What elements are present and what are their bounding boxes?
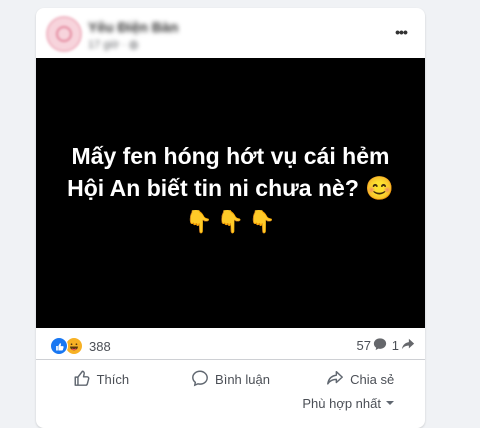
comment-label: Bình luận <box>215 371 270 387</box>
pointing-down-emoji: 👇 <box>185 209 213 234</box>
avatar-logo <box>56 26 72 42</box>
like-reaction-icon <box>50 337 68 355</box>
comment-button[interactable]: Bình luận <box>166 360 296 398</box>
post-image[interactable]: Mấy fen hóng hớt vụ cái hẻm Hội An biết … <box>36 58 425 328</box>
caret-down-icon <box>385 396 395 411</box>
reaction-count: 388 <box>89 338 111 354</box>
share-arrow-icon <box>401 337 415 354</box>
action-bar: Thích Bình luận Chia sẻ <box>36 360 425 398</box>
comment-bubble-icon <box>373 337 387 354</box>
like-label: Thích <box>96 371 130 387</box>
post-text-line-2: Hội An biết tin ni chưa nè? 😊 <box>67 175 394 201</box>
comment-icon <box>191 369 209 390</box>
more-icon: ••• <box>395 24 408 40</box>
thumbs-up-icon <box>73 369 91 390</box>
emoji-row: 👇 👇 👇 <box>185 210 275 234</box>
post-timestamp[interactable]: 17 giờ · ◍ <box>88 38 138 51</box>
globe-icon: ◍ <box>128 39 139 51</box>
post-text-line-1: Mấy fen hóng hớt vụ cái hẻm <box>71 143 390 169</box>
reactions-summary[interactable]: 388 <box>50 337 111 355</box>
comment-count-link[interactable]: 57 <box>357 337 387 354</box>
more-options-button[interactable]: ••• <box>389 22 413 42</box>
page-avatar[interactable] <box>46 16 82 52</box>
post-stats: 388 57 1 <box>36 328 425 360</box>
pointing-down-emoji: 👇 <box>216 209 245 234</box>
share-count-link[interactable]: 1 <box>392 337 415 354</box>
page-name[interactable]: Yêu Điện Bàn <box>88 19 178 35</box>
share-label: Chia sẻ <box>350 371 395 387</box>
share-button[interactable]: Chia sẻ <box>295 360 425 398</box>
like-button[interactable]: Thích <box>36 360 166 398</box>
post-image-text: Mấy fen hóng hớt vụ cái hẻm Hội An biết … <box>47 140 414 204</box>
pointing-down-emoji: 👇 <box>248 209 276 234</box>
post-card: Yêu Điện Bàn 17 giờ · ◍ ••• Mấy fen hóng… <box>36 8 425 428</box>
comment-sort-dropdown[interactable]: Phù hợp nhất <box>302 396 395 411</box>
post-header: Yêu Điện Bàn 17 giờ · ◍ ••• <box>36 8 425 60</box>
comment-count: 57 <box>356 338 371 353</box>
share-count: 1 <box>391 338 399 353</box>
sort-label: Phù hợp nhất <box>302 396 381 411</box>
share-icon <box>326 369 344 390</box>
post-time: 17 giờ · <box>88 39 129 51</box>
